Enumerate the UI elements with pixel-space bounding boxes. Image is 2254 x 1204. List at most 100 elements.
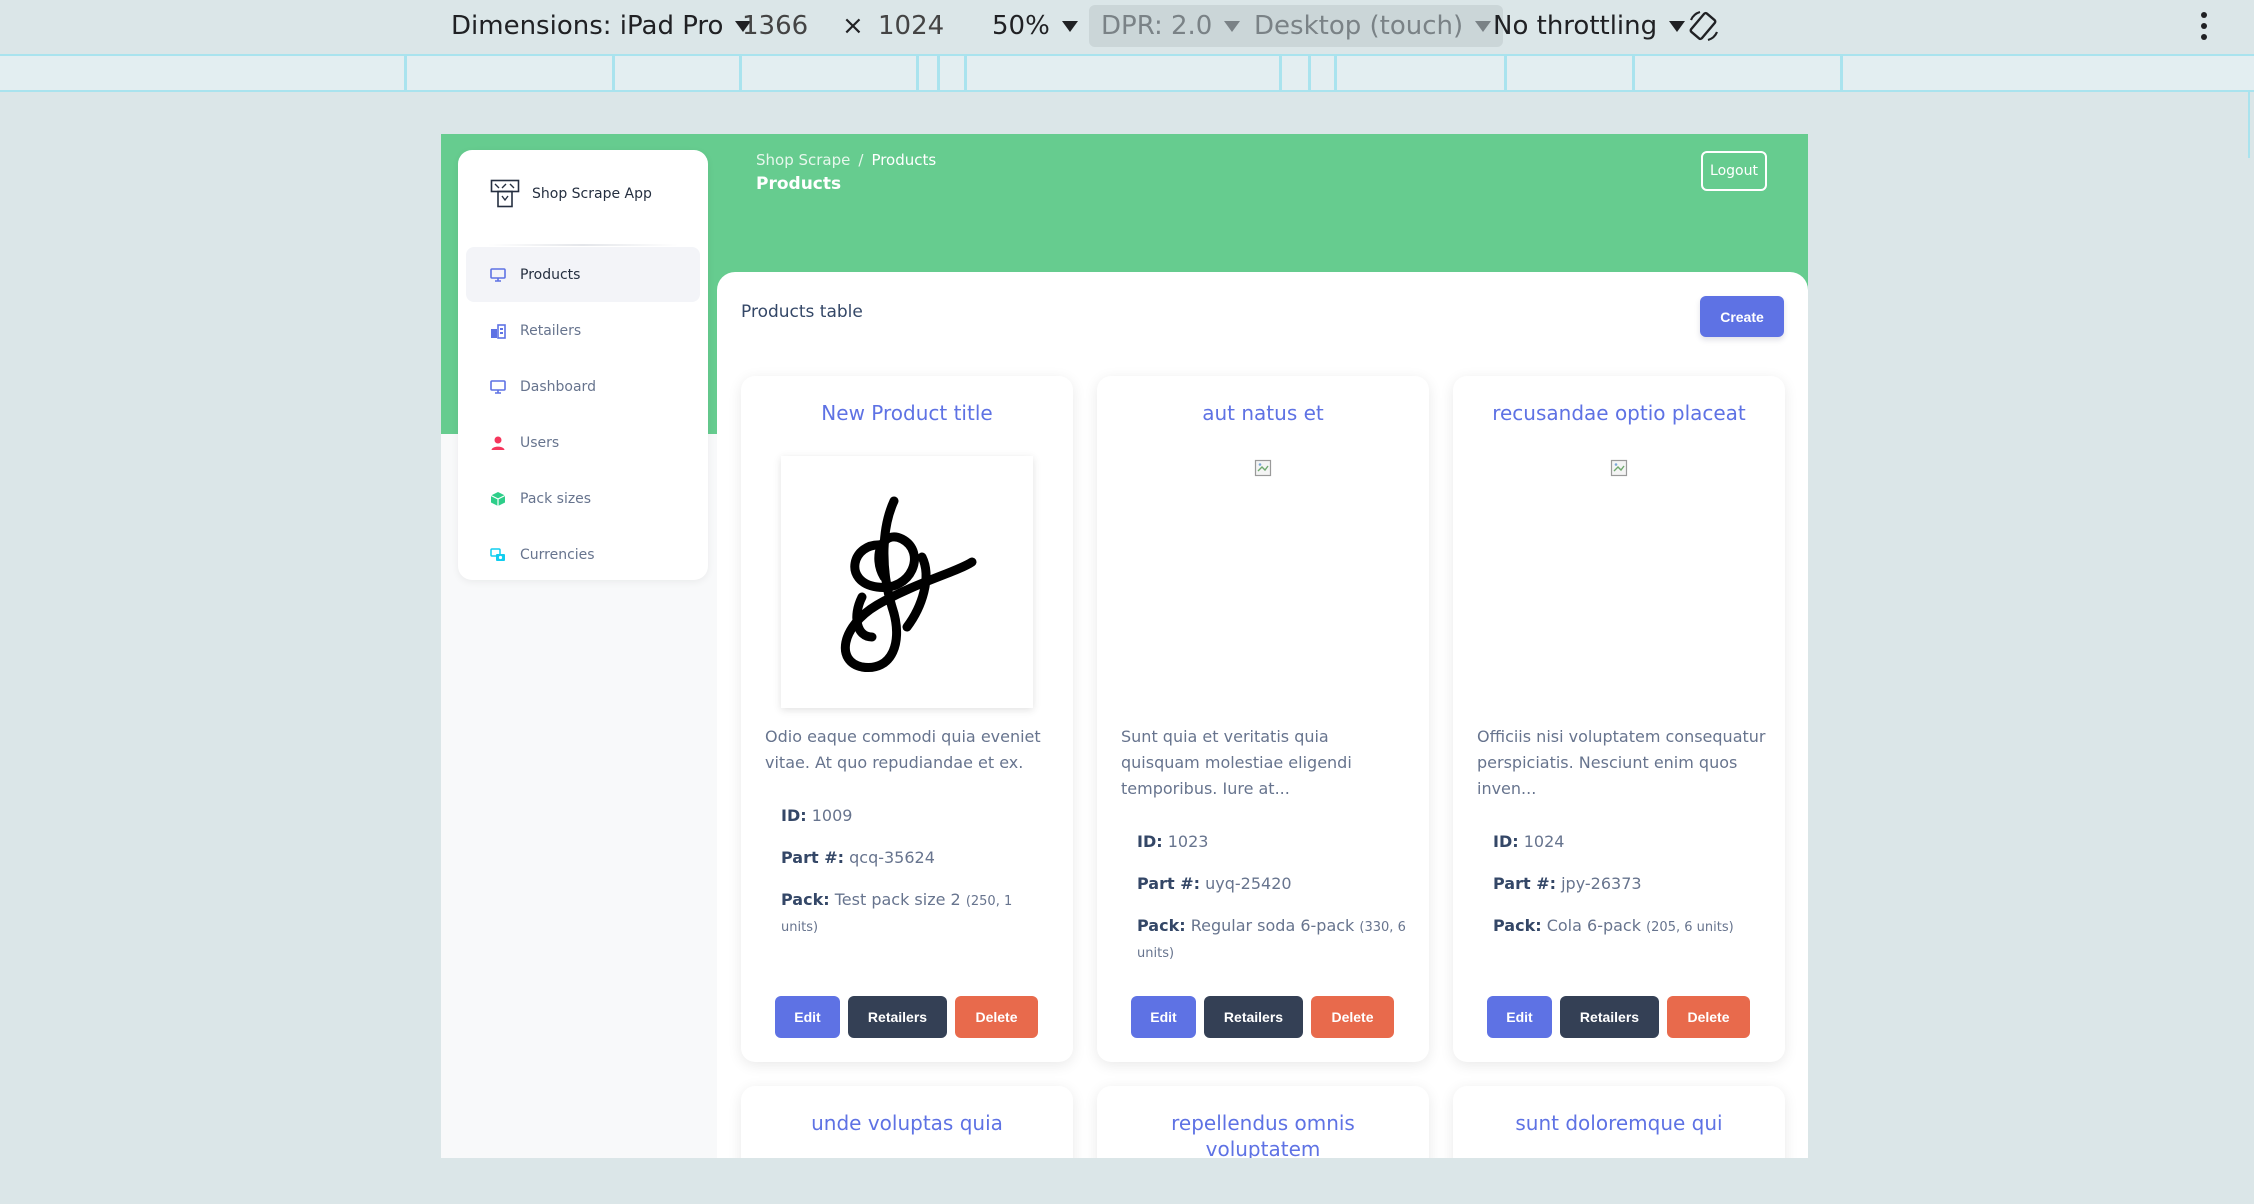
product-details: ID: 1024 Part #: jpy-26373 Pack: Cola 6-…	[1493, 830, 1763, 958]
sidebar-nav: Products Retailers Dashboard Users Pack …	[466, 247, 700, 583]
product-id: 1023	[1167, 832, 1209, 851]
delete-button[interactable]: Delete	[955, 996, 1038, 1038]
height-input[interactable]: 1024	[878, 11, 944, 41]
product-title[interactable]: New Product title	[741, 400, 1073, 426]
chevron-down-icon	[1669, 21, 1686, 32]
sidebar-item-dashboard[interactable]: Dashboard	[466, 359, 700, 414]
box-icon	[490, 491, 506, 506]
products-panel: Products table Create New Product title …	[717, 272, 1808, 1158]
sidebar-item-label: Currencies	[520, 546, 595, 563]
throttling-dropdown[interactable]: No throttling	[1493, 11, 1686, 41]
media-query-ruler	[0, 54, 2254, 92]
dpr-label: DPR: 2.0	[1101, 11, 1213, 41]
brand-name: Shop Scrape App	[532, 186, 652, 202]
product-card: repellendus omnis voluptatem	[1097, 1086, 1429, 1158]
product-part: jpy-26373	[1561, 874, 1642, 893]
product-card: New Product title Odio eaque commodi qui…	[741, 376, 1073, 1062]
part-label: Part #:	[781, 848, 845, 867]
product-id-row: ID: 1009	[781, 804, 1051, 828]
user-icon	[491, 436, 505, 450]
signature-image	[840, 496, 977, 672]
product-part: uyq-25420	[1205, 874, 1292, 893]
times-icon: ×	[842, 11, 864, 41]
pack-label: Pack:	[781, 890, 830, 909]
building-icon	[491, 323, 506, 339]
monitor-icon	[490, 267, 506, 282]
product-id-row: ID: 1023	[1137, 830, 1407, 854]
retailers-button[interactable]: Retailers	[1560, 996, 1659, 1038]
delete-button[interactable]: Delete	[1667, 996, 1750, 1038]
product-part-row: Part #: uyq-25420	[1137, 872, 1407, 896]
sidebar-item-currencies[interactable]: Currencies	[466, 527, 700, 582]
product-details: ID: 1023 Part #: uyq-25420 Pack: Regular…	[1137, 830, 1407, 984]
product-pack-row: Pack: Regular soda 6-pack (330, 6 units)	[1137, 914, 1407, 966]
dimensions-label: Dimensions: iPad Pro	[451, 11, 724, 41]
chevron-down-icon	[1061, 21, 1078, 32]
sidebar-item-label: Products	[520, 266, 581, 283]
product-id: 1009	[811, 806, 853, 825]
retailers-button[interactable]: Retailers	[1204, 996, 1303, 1038]
product-pack: Test pack size 2	[834, 890, 961, 909]
viewport-edge-guide	[2248, 92, 2250, 158]
product-card: sunt doloremque qui	[1453, 1086, 1785, 1158]
breadcrumb-separator: /	[858, 151, 864, 169]
product-details: ID: 1009 Part #: qcq-35624 Pack: Test pa…	[781, 804, 1051, 958]
create-button[interactable]: Create	[1700, 296, 1784, 337]
pack-label: Pack:	[1493, 916, 1542, 935]
more-options-icon[interactable]	[2196, 12, 2212, 42]
dimensions-dropdown[interactable]: Dimensions: iPad Pro	[451, 11, 752, 41]
rotate-icon[interactable]	[1686, 8, 1722, 44]
zoom-dropdown[interactable]: 50%	[992, 11, 1078, 41]
sidebar-item-products[interactable]: Products	[466, 247, 700, 302]
product-title[interactable]: unde voluptas quia	[741, 1110, 1073, 1136]
product-description: Officiis nisi voluptatem consequatur per…	[1477, 727, 1766, 798]
product-pack: Cola 6-pack	[1546, 916, 1641, 935]
product-title[interactable]: repellendus omnis voluptatem	[1097, 1110, 1429, 1158]
device-mode-dropdown[interactable]: Desktop (touch)	[1242, 5, 1504, 47]
throttling-label: No throttling	[1493, 11, 1658, 41]
brand[interactable]: Shop Scrape App	[490, 176, 652, 212]
edit-button[interactable]: Edit	[1487, 996, 1552, 1038]
product-pack-row: Pack: Test pack size 2 (250, 1 units)	[781, 888, 1051, 940]
retailers-button[interactable]: Retailers	[848, 996, 947, 1038]
divider	[488, 244, 678, 246]
logout-button[interactable]: Logout	[1701, 151, 1767, 191]
width-input[interactable]: 1366	[742, 11, 808, 41]
devtools-toolbar: Dimensions: iPad Pro 1366 × 1024 50% DPR…	[0, 0, 2254, 54]
product-title[interactable]: sunt doloremque qui	[1453, 1110, 1785, 1136]
product-title[interactable]: aut natus et	[1097, 400, 1429, 426]
zoom-label: 50%	[992, 11, 1050, 41]
pack-label: Pack:	[1137, 916, 1186, 935]
product-card: unde voluptas quia	[741, 1086, 1073, 1158]
edit-button[interactable]: Edit	[1131, 996, 1196, 1038]
chevron-down-icon	[1475, 21, 1492, 32]
product-pack-detail: (205, 6 units)	[1646, 920, 1734, 935]
product-pack: Regular soda 6-pack	[1190, 916, 1355, 935]
product-image	[781, 456, 1033, 708]
breadcrumb-root[interactable]: Shop Scrape	[756, 151, 850, 169]
product-actions: Edit Retailers Delete	[775, 996, 1046, 1038]
product-pack-row: Pack: Cola 6-pack (205, 6 units)	[1493, 914, 1763, 940]
sidebar-item-pack-sizes[interactable]: Pack sizes	[466, 471, 700, 526]
broken-image-icon	[1610, 459, 1628, 477]
product-actions: Edit Retailers Delete	[1131, 996, 1402, 1038]
sidebar-item-label: Pack sizes	[520, 490, 592, 507]
dpr-dropdown[interactable]: DPR: 2.0	[1089, 5, 1253, 47]
monitor-icon	[490, 379, 506, 394]
breadcrumb-current: Products	[871, 151, 937, 169]
sidebar-item-users[interactable]: Users	[466, 415, 700, 470]
product-title[interactable]: recusandae optio placeat	[1453, 400, 1785, 426]
shop-logo-icon	[490, 179, 520, 208]
id-label: ID:	[1137, 832, 1163, 851]
part-label: Part #:	[1137, 874, 1201, 893]
sidebar-item-retailers[interactable]: Retailers	[466, 303, 700, 358]
product-description: Odio eaque commodi quia eveniet vitae. A…	[765, 727, 1041, 772]
id-label: ID:	[1493, 832, 1519, 851]
sidebar-item-label: Dashboard	[520, 378, 596, 395]
broken-image-icon	[1254, 459, 1272, 477]
product-card: recusandae optio placeat Officiis nisi v…	[1453, 376, 1785, 1062]
product-id-row: ID: 1024	[1493, 830, 1763, 854]
product-part: qcq-35624	[849, 848, 935, 867]
edit-button[interactable]: Edit	[775, 996, 840, 1038]
delete-button[interactable]: Delete	[1311, 996, 1394, 1038]
